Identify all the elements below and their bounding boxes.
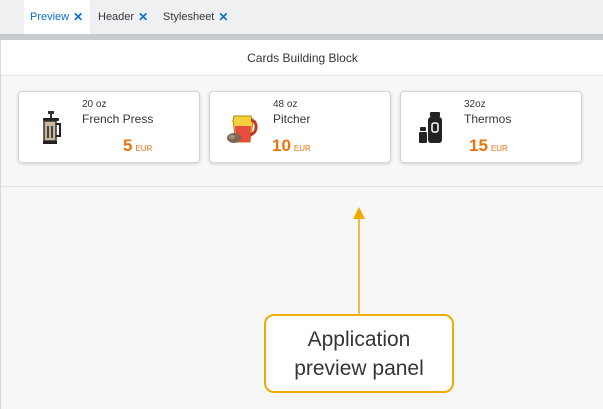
thermos-icon	[419, 112, 442, 143]
tab-label: Header	[98, 11, 135, 23]
price-value: 5	[123, 136, 133, 155]
close-icon[interactable]: ✕	[73, 10, 83, 24]
tab-label: Preview	[30, 11, 70, 23]
tab-header[interactable]: Header ✕	[98, 0, 148, 34]
annotation-callout: Application preview panel	[264, 314, 454, 393]
price-currency: EUR	[135, 144, 153, 153]
card-row: 20 oz French Press 5 EUR 48 oz Pitcher 1…	[1, 77, 603, 187]
price-value: 15	[469, 136, 488, 155]
tab-preview[interactable]: Preview ✕	[24, 0, 90, 34]
close-icon[interactable]: ✕	[138, 10, 148, 24]
product-size: 32oz	[464, 99, 486, 110]
price-currency: EUR	[293, 144, 311, 153]
french-press-icon	[43, 111, 61, 144]
tab-stylesheet[interactable]: Stylesheet ✕	[163, 0, 228, 34]
editor-tab-strip: Preview ✕ Header ✕ Stylesheet ✕	[0, 0, 603, 34]
product-name: French Press	[82, 112, 154, 126]
page-title: Cards Building Block	[1, 40, 603, 76]
close-icon[interactable]: ✕	[218, 10, 228, 24]
price-currency: EUR	[490, 144, 508, 153]
product-price: 10 EUR	[272, 136, 311, 156]
product-price: 15 EUR	[469, 136, 508, 156]
product-card-french-press[interactable]: 20 oz French Press 5 EUR	[18, 91, 200, 163]
product-size: 48 oz	[273, 99, 298, 110]
product-size: 20 oz	[82, 99, 107, 110]
product-price: 5 EUR	[123, 136, 152, 156]
tab-label: Stylesheet	[163, 11, 215, 23]
product-name: Pitcher	[273, 112, 311, 126]
pitcher-icon	[227, 115, 258, 143]
product-card-thermos[interactable]: 32oz Thermos 15 EUR	[400, 91, 582, 163]
product-card-pitcher[interactable]: 48 oz Pitcher 10 EUR	[209, 91, 391, 163]
price-value: 10	[272, 136, 291, 155]
product-name: Thermos	[464, 112, 512, 126]
